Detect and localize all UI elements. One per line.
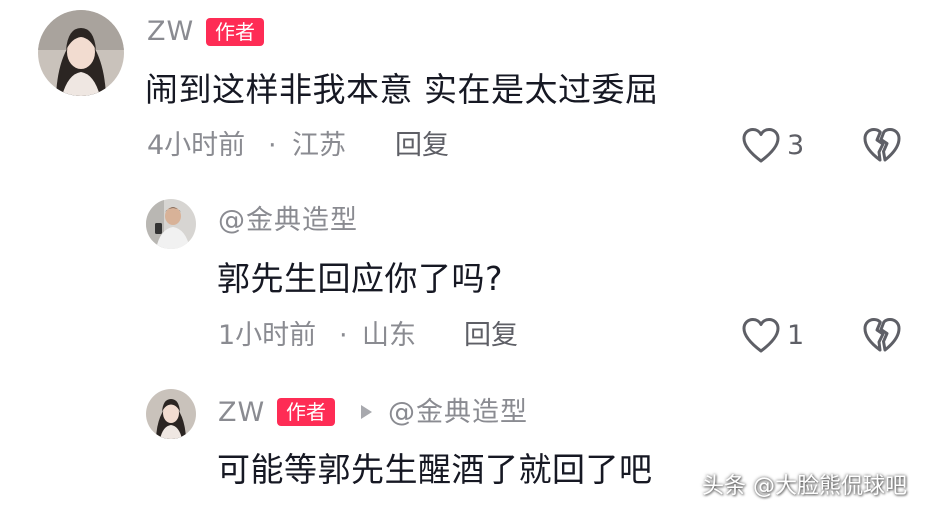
meta-separator: · bbox=[339, 320, 348, 351]
comment-location: 江苏 bbox=[292, 130, 346, 161]
avatar-jindian[interactable] bbox=[146, 199, 196, 249]
author-badge: 作者 bbox=[206, 18, 264, 46]
broken-heart-icon[interactable] bbox=[862, 127, 902, 165]
comment-text: 可能等郭先生醒酒了就回了吧 bbox=[217, 450, 653, 489]
watermark: 头条 @大脸熊侃球吧 bbox=[702, 474, 907, 499]
comment-time: 1小时前 bbox=[218, 320, 317, 351]
reply-to-user[interactable]: @金典造型 bbox=[388, 397, 528, 429]
comment-time: 4小时前 bbox=[147, 130, 246, 161]
comment-text: 郭先生回应你了吗? bbox=[217, 259, 504, 298]
author-badge: 作者 bbox=[277, 398, 335, 426]
reply-button[interactable]: 回复 bbox=[395, 130, 449, 162]
comment-location: 山东 bbox=[362, 320, 416, 351]
avatar-zw[interactable] bbox=[38, 10, 124, 96]
avatar-zw-small[interactable] bbox=[146, 389, 196, 439]
like-count: 1 bbox=[787, 320, 805, 351]
comment-author[interactable]: ZW bbox=[147, 16, 194, 48]
heart-outline-icon[interactable] bbox=[741, 317, 781, 355]
heart-outline-icon[interactable] bbox=[741, 127, 781, 165]
broken-heart-icon[interactable] bbox=[862, 317, 902, 355]
meta-separator: · bbox=[268, 130, 277, 161]
comment-author[interactable]: @金典造型 bbox=[218, 205, 358, 237]
triangle-right-icon bbox=[359, 404, 373, 420]
comment-author[interactable]: ZW bbox=[218, 397, 265, 429]
like-count: 3 bbox=[787, 130, 805, 161]
reply-button[interactable]: 回复 bbox=[464, 320, 518, 352]
comment-text: 闹到这样非我本意 实在是太过委屈 bbox=[145, 70, 659, 109]
